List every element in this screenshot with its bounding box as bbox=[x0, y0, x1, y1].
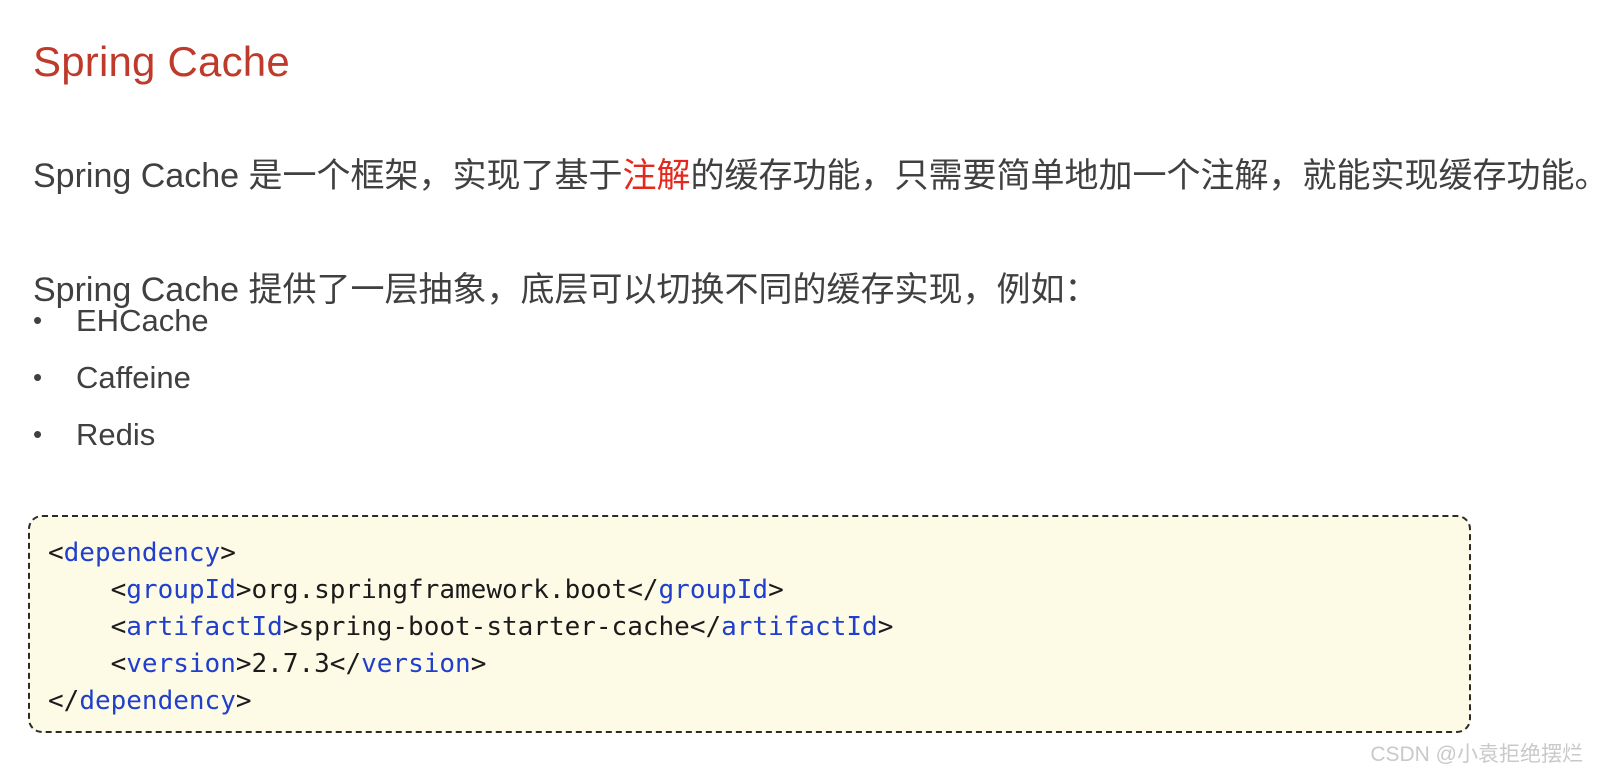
code-closing-open-bracket: </ bbox=[689, 612, 722, 642]
csdn-watermark: CSDN @小袁拒绝摆烂 bbox=[1370, 743, 1583, 766]
code-open-bracket: < bbox=[110, 612, 127, 642]
list-item: • Redis bbox=[33, 406, 209, 463]
slide-canvas: Spring Cache Spring Cache 是一个框架，实现了基于注解的… bbox=[0, 0, 1601, 781]
list-item-label: Caffeine bbox=[76, 360, 191, 395]
code-line: <dependency> bbox=[48, 535, 1469, 572]
code-tag-name: dependency bbox=[79, 686, 236, 716]
bullet-icon: • bbox=[33, 362, 43, 392]
code-closing-close-bracket: > bbox=[470, 649, 487, 679]
list-item: • Caffeine bbox=[33, 349, 209, 406]
list-item-label: EHCache bbox=[76, 303, 209, 338]
code-line: <artifactId>spring-boot-starter-cache</a… bbox=[48, 609, 1469, 646]
code-tag-name: groupId bbox=[126, 575, 236, 605]
intro-paragraph-before: Spring Cache 是一个框架，实现了基于 bbox=[33, 157, 623, 195]
code-closing-close-bracket: > bbox=[768, 575, 784, 605]
code-close-bracket: > bbox=[235, 575, 252, 605]
intro-paragraph: Spring Cache 是一个框架，实现了基于注解的缓存功能，只需要简单地加一… bbox=[33, 154, 1601, 198]
code-closing-open-bracket: </ bbox=[329, 649, 362, 679]
code-tag-name: dependency bbox=[63, 538, 221, 568]
bullet-icon: • bbox=[33, 419, 43, 449]
code-close-bracket: > bbox=[235, 686, 252, 716]
code-close-bracket: > bbox=[282, 612, 299, 642]
code-close-bracket: > bbox=[220, 538, 236, 568]
cache-implementations-list: • EHCache • Caffeine • Redis bbox=[33, 292, 209, 463]
code-open-bracket: < bbox=[48, 538, 64, 568]
code-closing-tag-name: artifactId bbox=[721, 612, 878, 642]
code-line: <groupId>org.springframework.boot</group… bbox=[48, 572, 1469, 609]
bullet-icon: • bbox=[33, 305, 43, 335]
code-content: <dependency> <groupId>org.springframewor… bbox=[48, 535, 1469, 720]
list-item: • EHCache bbox=[33, 292, 209, 349]
code-closing-open-bracket: </ bbox=[627, 575, 659, 605]
intro-paragraph-after: 的缓存功能，只需要简单地加一个注解，就能实现缓存功能。 bbox=[690, 157, 1601, 195]
code-value: org.springframework.boot bbox=[251, 575, 628, 605]
code-line: <version>2.7.3</version> bbox=[48, 646, 1469, 683]
code-tag-name: artifactId bbox=[126, 612, 283, 642]
code-value: spring-boot-starter-cache bbox=[298, 612, 690, 642]
code-open-bracket: < bbox=[110, 575, 127, 605]
maven-dependency-code-block[interactable]: <dependency> <groupId>org.springframewor… bbox=[28, 515, 1471, 733]
code-open-bracket: </ bbox=[48, 686, 80, 716]
code-closing-tag-name: version bbox=[361, 649, 471, 679]
code-close-bracket: > bbox=[235, 649, 252, 679]
code-value: 2.7.3 bbox=[251, 649, 330, 679]
page-title: Spring Cache bbox=[33, 38, 290, 86]
code-line: </dependency> bbox=[48, 683, 1469, 720]
code-closing-close-bracket: > bbox=[877, 612, 894, 642]
code-open-bracket: < bbox=[110, 649, 127, 679]
intro-paragraph-highlight: 注解 bbox=[622, 157, 691, 195]
code-tag-name: version bbox=[126, 649, 236, 679]
list-item-label: Redis bbox=[76, 417, 156, 452]
code-closing-tag-name: groupId bbox=[658, 575, 769, 605]
